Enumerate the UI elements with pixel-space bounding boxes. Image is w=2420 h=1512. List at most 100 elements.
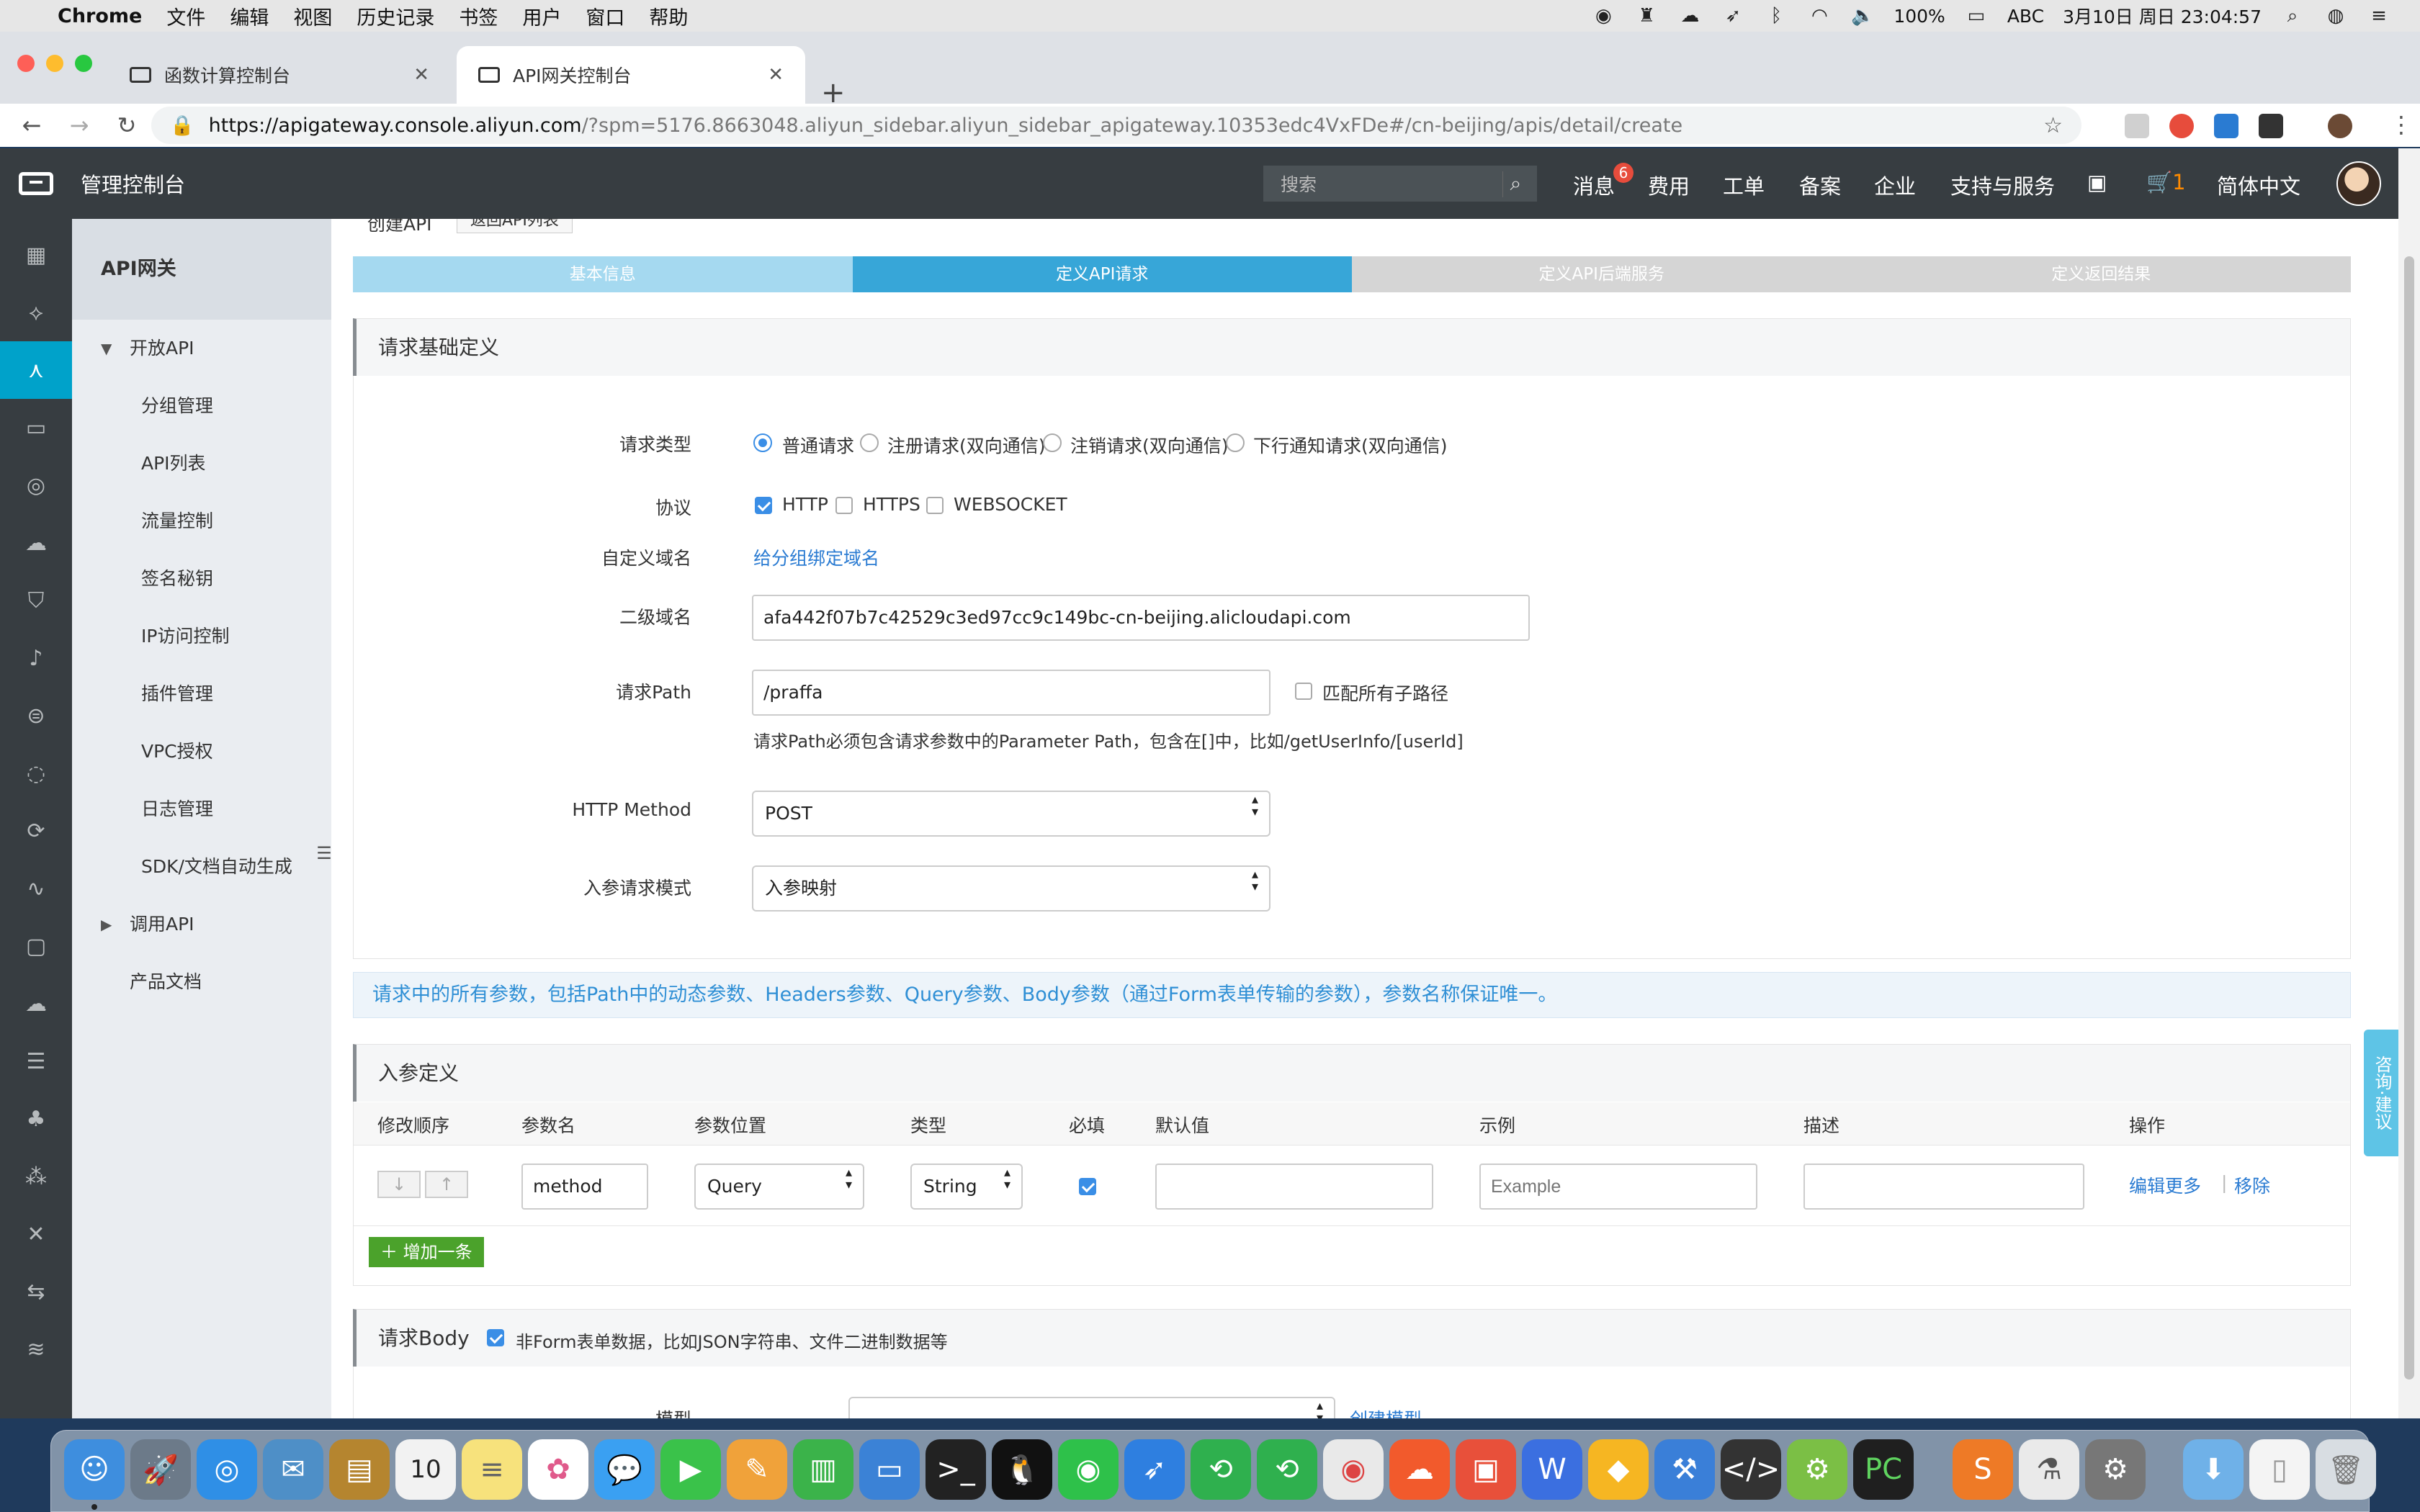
param-description-input[interactable]: [1803, 1164, 2084, 1210]
notes-icon[interactable]: ≡: [462, 1439, 522, 1500]
consult-suggest-button[interactable]: 咨询·建议: [2364, 1030, 2398, 1156]
radio-register-request[interactable]: [860, 433, 879, 452]
lock-icon[interactable]: 🔒: [170, 114, 194, 137]
rail-mic-icon[interactable]: ♪: [0, 629, 72, 687]
menu-chrome[interactable]: Chrome: [58, 5, 142, 27]
subdomain-field[interactable]: afa442f07b7c42529c3ed97cc9c149bc-cn-beij…: [752, 595, 1530, 641]
menu-edit[interactable]: 编辑: [230, 2, 269, 30]
sidebar-item-sdk-docs[interactable]: SDK/文档自动生成: [72, 845, 331, 888]
menu-file[interactable]: 文件: [166, 2, 205, 30]
all-products-grid-icon[interactable]: ▦: [0, 226, 72, 284]
create-model-link[interactable]: 创建模型: [1350, 1405, 1422, 1418]
tab-close-icon[interactable]: ✕: [768, 64, 784, 86]
sidebar-item-groups[interactable]: 分组管理: [72, 384, 331, 428]
chrome-menu-icon[interactable]: ⋮: [2385, 111, 2417, 138]
user-avatar[interactable]: [2336, 161, 2381, 206]
sublime-text-icon[interactable]: S: [1953, 1439, 2013, 1500]
sidebar-item-vpc-auth[interactable]: VPC授权: [72, 730, 331, 773]
battery-icon[interactable]: ▭: [1964, 5, 1989, 27]
rail-dns-icon[interactable]: ◌: [0, 744, 72, 802]
extension-red-icon[interactable]: [2169, 114, 2194, 138]
bluetooth-tray-icon[interactable]: ᛒ: [1764, 5, 1788, 27]
rail-nodes-icon[interactable]: ⁂: [0, 1148, 72, 1205]
rail-circle-list-icon[interactable]: ⊜: [0, 687, 72, 744]
launchpad-icon[interactable]: 🚀: [130, 1439, 191, 1500]
step-basic-info[interactable]: 基本信息: [353, 256, 853, 292]
tab-close-icon[interactable]: ✕: [413, 64, 429, 86]
param-name-input[interactable]: method: [521, 1164, 648, 1210]
messages-icon[interactable]: 💬: [594, 1439, 655, 1500]
photos-icon[interactable]: ✿: [528, 1439, 588, 1500]
language-switcher[interactable]: 简体中文: [2217, 170, 2300, 200]
checkbox-https[interactable]: [835, 497, 853, 514]
dingtalk-icon[interactable]: ➶: [1124, 1439, 1185, 1500]
header-nav-enterprise[interactable]: 企业: [1874, 170, 1916, 200]
browser-tab-fc-console[interactable]: 函数计算控制台 ✕: [108, 46, 451, 104]
wechat-icon[interactable]: ◉: [1058, 1439, 1119, 1500]
header-nav-support[interactable]: 支持与服务: [1950, 170, 2055, 200]
trash-icon[interactable]: 🗑: [2316, 1439, 2376, 1500]
back-to-api-list-button[interactable]: 返回API列表: [457, 219, 573, 233]
rail-cloud-upload-icon[interactable]: ☁: [0, 514, 72, 572]
terminal-icon[interactable]: >_: [926, 1439, 986, 1500]
rail-switch-icon[interactable]: ⇆: [0, 1263, 72, 1320]
rail-code-icon[interactable]: ⟡: [0, 284, 72, 341]
script-editor-icon[interactable]: ⚗: [2019, 1439, 2079, 1500]
spotlight-icon[interactable]: ⌕: [2280, 5, 2305, 27]
window-close-button[interactable]: [17, 55, 35, 72]
param-type-select[interactable]: String: [910, 1164, 1023, 1210]
window-minimize-button[interactable]: [46, 55, 63, 72]
rail-apigateway-icon[interactable]: ⋏: [0, 341, 72, 399]
step-define-backend[interactable]: 定义API后端服务: [1352, 256, 1852, 292]
rail-search-icon[interactable]: ◎: [0, 456, 72, 514]
gmail-extension-icon[interactable]: [2125, 114, 2149, 138]
scrollbar-thumb[interactable]: [2404, 256, 2414, 1380]
rail-cloud-icon[interactable]: ☁: [0, 975, 72, 1032]
extension-dark-icon[interactable]: [2259, 114, 2283, 138]
notification-center-icon[interactable]: ≡: [2367, 5, 2391, 27]
menu-bookmarks[interactable]: 书签: [459, 2, 498, 30]
search-icon[interactable]: ⌕: [1502, 171, 1528, 197]
param-example-input[interactable]: [1479, 1164, 1757, 1210]
rail-layers-icon[interactable]: ≋: [0, 1320, 72, 1378]
step-define-response[interactable]: 定义返回结果: [1851, 256, 2351, 292]
address-bar[interactable]: 🔒 https://apigateway.console.aliyun.com /…: [151, 107, 2081, 144]
volume-tray-icon[interactable]: 🔈: [1850, 5, 1875, 27]
header-nav-tickets[interactable]: 工单: [1723, 170, 1765, 200]
reload-icon[interactable]: ↻: [111, 112, 143, 139]
sketch-icon[interactable]: ◆: [1588, 1439, 1649, 1500]
safari-icon[interactable]: ◎: [197, 1439, 257, 1500]
siri-icon[interactable]: ◍: [2323, 5, 2348, 27]
cart-button[interactable]: 🛒1: [2146, 170, 2186, 195]
param-mode-select[interactable]: 入参映射: [752, 865, 1270, 912]
wifi-tray-icon[interactable]: ◠: [1807, 5, 1832, 27]
checkbox-nonform-body[interactable]: [487, 1329, 504, 1346]
sidebar-group-call-api[interactable]: ▶ 调用API: [72, 903, 331, 946]
back-arrow-icon[interactable]: ←: [16, 112, 48, 139]
rail-shield-icon[interactable]: ⛉: [0, 572, 72, 629]
sidebar-item-signature-keys[interactable]: 签名秘钥: [72, 557, 331, 600]
move-down-button[interactable]: ↓: [377, 1171, 421, 1198]
rail-sync-cloud-icon[interactable]: ⟳: [0, 802, 72, 860]
remote-desktop-icon[interactable]: ▣: [1456, 1439, 1516, 1500]
checkbox-http[interactable]: [755, 497, 772, 514]
keynote-icon[interactable]: ▭: [859, 1439, 920, 1500]
sidebar-item-throttling[interactable]: 流量控制: [72, 500, 331, 543]
rail-gamepad-icon[interactable]: ♣: [0, 1090, 72, 1148]
sidebar-item-product-docs[interactable]: 产品文档: [72, 960, 331, 1004]
radio-unregister-request[interactable]: [1043, 433, 1062, 452]
sidebar-item-ip-access[interactable]: IP访问控制: [72, 615, 331, 658]
browser-tab-apigw-console[interactable]: API网关控制台 ✕: [457, 46, 805, 104]
bind-domain-link[interactable]: 给分组绑定域名: [753, 544, 879, 570]
checkbox-websocket[interactable]: [926, 497, 944, 514]
mail-icon[interactable]: ✉: [263, 1439, 323, 1500]
menu-history[interactable]: 历史记录: [357, 2, 434, 30]
move-up-button[interactable]: ↑: [425, 1171, 468, 1198]
rail-fc-icon[interactable]: ▭: [0, 399, 72, 456]
rail-tools-icon[interactable]: ✕: [0, 1205, 72, 1263]
calendar-icon[interactable]: 10: [395, 1439, 456, 1500]
qq-icon[interactable]: 🐧: [992, 1439, 1052, 1500]
menu-window[interactable]: 窗口: [586, 2, 624, 30]
edit-more-link[interactable]: 编辑更多: [2129, 1172, 2201, 1198]
sidebar-group-open-api[interactable]: ▼ 开放API: [72, 327, 331, 370]
